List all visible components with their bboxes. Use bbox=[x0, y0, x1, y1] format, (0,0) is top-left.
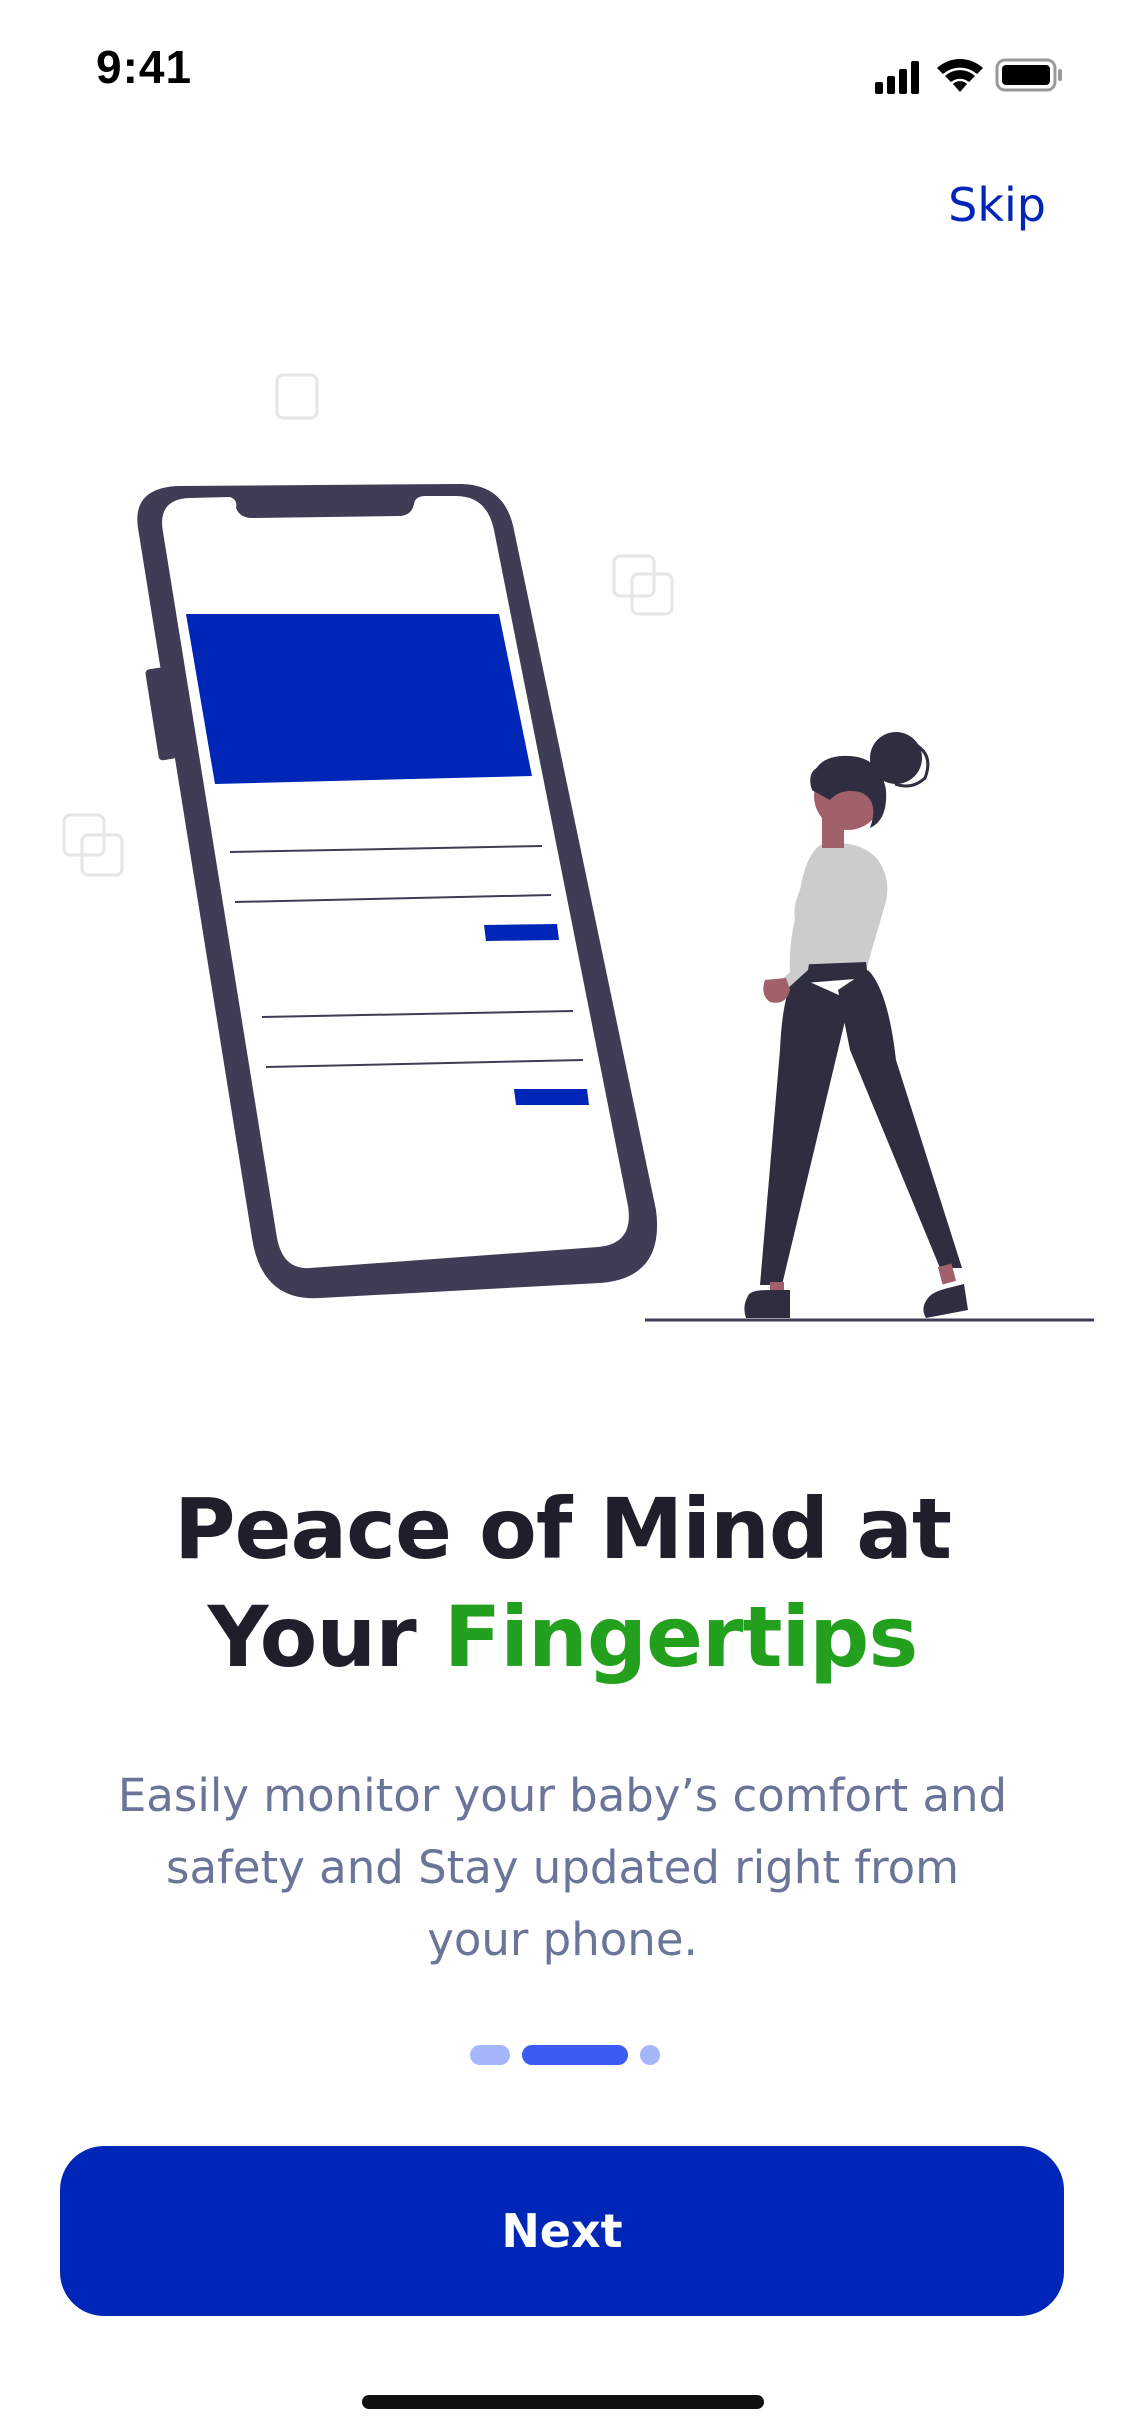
home-indicator bbox=[362, 2395, 764, 2409]
subtitle: Easily monitor your baby’s comfort and s… bbox=[117, 1769, 1008, 1966]
phone-illustration bbox=[137, 483, 658, 1299]
wifi-icon bbox=[937, 59, 983, 92]
signal-icon bbox=[875, 61, 919, 94]
battery-icon bbox=[995, 58, 1062, 92]
onboarding-illustration bbox=[62, 373, 1094, 1322]
person-illustration bbox=[744, 732, 968, 1318]
skip-button[interactable]: Skip bbox=[948, 178, 1046, 232]
headline-accent: Fingertips bbox=[443, 1588, 919, 1686]
status-bar: 9:41 bbox=[0, 0, 1125, 140]
next-button[interactable]: Next bbox=[60, 2146, 1064, 2316]
pagination-dot-3[interactable] bbox=[640, 2045, 660, 2065]
status-icons bbox=[875, 58, 1062, 94]
pagination-dot-2-active[interactable] bbox=[522, 2045, 628, 2065]
headline-line2-prefix: Your bbox=[207, 1588, 444, 1686]
headline: Peace of Mind at Your Fingertips bbox=[0, 1475, 1125, 1691]
status-time: 9:41 bbox=[96, 41, 193, 93]
next-button-label: Next bbox=[501, 2204, 623, 2258]
headline-line1: Peace of Mind at bbox=[173, 1480, 952, 1578]
pagination-dots bbox=[470, 2045, 660, 2065]
headline-line2: Your Fingertips bbox=[0, 1583, 1125, 1691]
pagination-dot-1[interactable] bbox=[470, 2045, 510, 2065]
